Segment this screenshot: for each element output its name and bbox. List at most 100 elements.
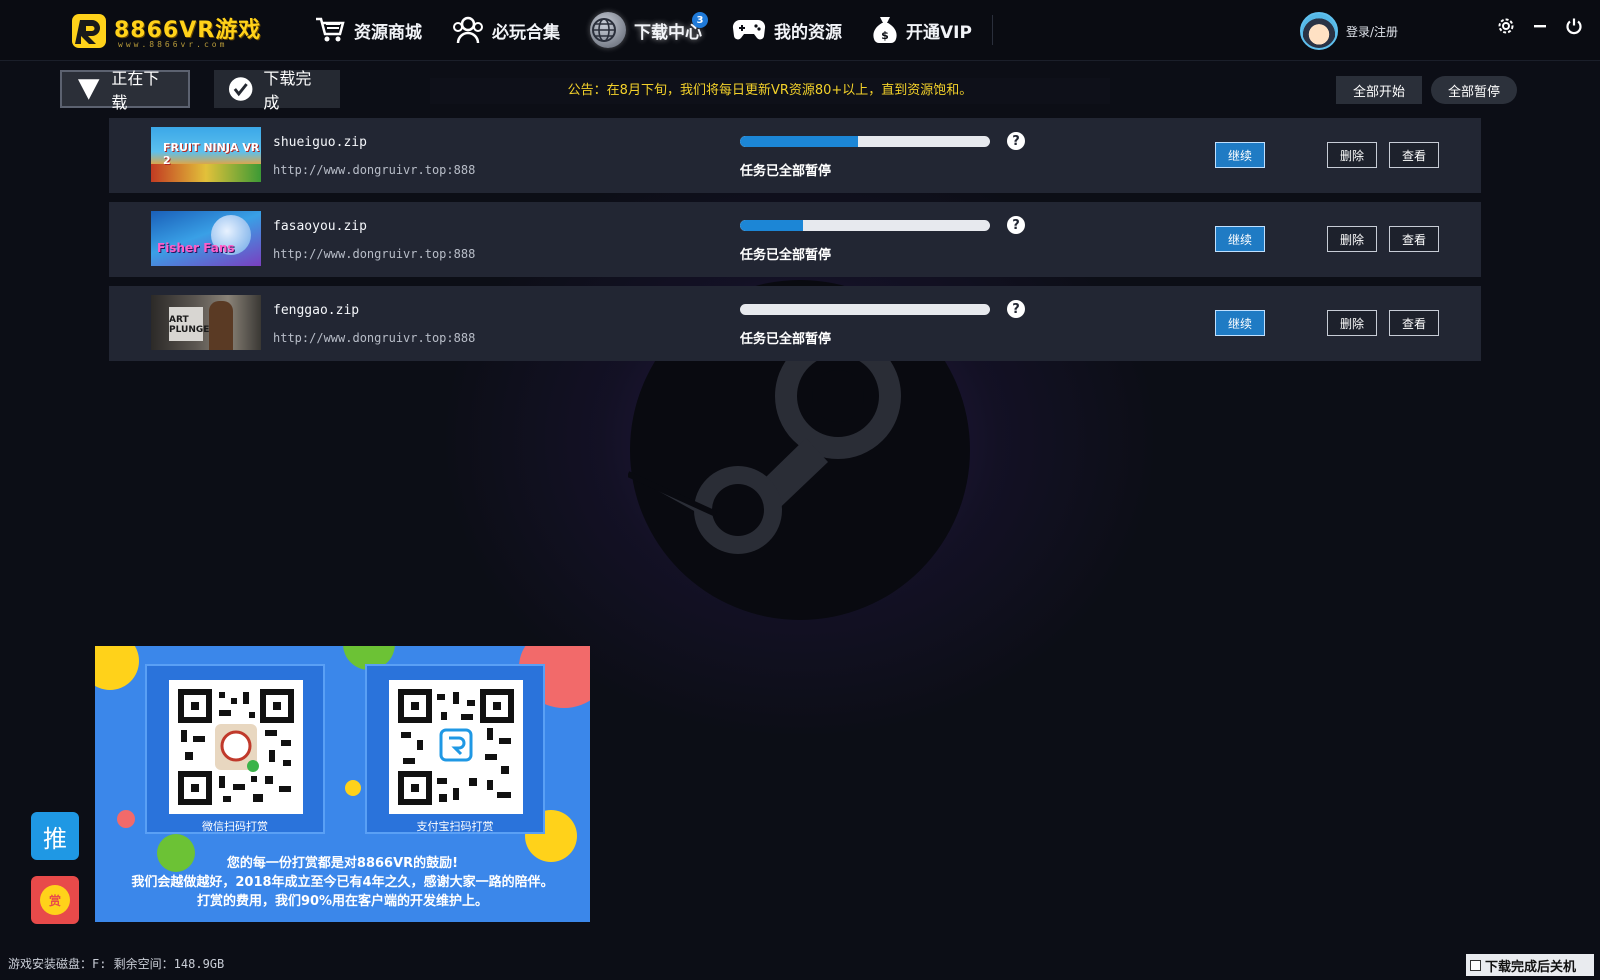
continue-button[interactable]: 继续: [1215, 142, 1265, 168]
download-status: 任务已全部暂停: [740, 248, 832, 263]
delete-button[interactable]: 删除: [1327, 226, 1377, 252]
nav-divider: [991, 15, 993, 45]
download-progress-bar: [740, 304, 990, 315]
nav-label-collection: 必玩合集: [492, 22, 560, 43]
decor-dot: [95, 646, 139, 690]
tab-downloading-label: 正在下载: [111, 69, 160, 112]
decor-dot: [345, 780, 361, 796]
power-icon: [1566, 18, 1582, 35]
nav-item-my-resources[interactable]: 我的资源: [718, 6, 856, 54]
nav-item-shop[interactable]: 资源商城: [300, 6, 436, 54]
reward-button[interactable]: 赏: [31, 876, 79, 924]
donation-line-3: 打赏的费用，我们90%用在客户端的开发维护上。: [196, 894, 489, 909]
logo-icon: [72, 14, 106, 48]
wechat-qr-code[interactable]: [169, 680, 303, 814]
file-name: shueiguo.zip: [273, 135, 367, 150]
tab-downloading[interactable]: 正在下载: [60, 69, 190, 112]
wechat-qr-caption: 微信扫码打赏: [202, 820, 268, 833]
shutdown-label: 下载完成后关机: [1485, 959, 1577, 975]
start-all-button[interactable]: 全部开始: [1336, 76, 1422, 104]
brand-logo[interactable]: 8866VR游戏 www.8866vr.com: [70, 10, 270, 50]
shutdown-checkbox[interactable]: [1470, 959, 1481, 971]
nav-item-download-center[interactable]: 下载中心 3: [576, 6, 716, 54]
donation-panel: 微信扫码打赏 支付宝扫码打赏 您的每一份打赏都是对8866VR的鼓励! 我们会越…: [95, 646, 590, 922]
delete-button[interactable]: 删除: [1327, 142, 1377, 168]
decor-dot: [117, 810, 135, 828]
delete-button[interactable]: 删除: [1327, 310, 1377, 336]
wechat-qr-panel: 微信扫码打赏: [145, 664, 325, 834]
thumbnail-title: Fisher Fans: [157, 241, 235, 255]
avatar[interactable]: [1300, 12, 1338, 50]
minimize-button[interactable]: [1528, 14, 1552, 38]
download-status: 任务已全部暂停: [740, 332, 832, 347]
tab-completed[interactable]: 下载完成: [214, 69, 340, 112]
help-icon[interactable]: ?: [1007, 132, 1025, 150]
file-name: fenggao.zip: [273, 303, 360, 318]
nav-label-vip: 开通VIP: [906, 22, 972, 43]
thumbnail-title: FRUIT NINJA VR 2: [163, 141, 260, 167]
download-progress-bar: [740, 136, 990, 147]
main-nav: 资源商城 必玩合集 下载中心 3 我的资源 $ 开通VIP: [300, 6, 993, 54]
continue-button[interactable]: 继续: [1215, 226, 1265, 252]
alipay-qr-caption: 支付宝扫码打赏: [416, 820, 494, 833]
disk-info: 游戏安装磁盘：F: 剩余空间：148.9GB: [8, 957, 225, 971]
group-icon: [453, 16, 483, 44]
globe-icon: [590, 12, 626, 48]
power-button[interactable]: [1562, 14, 1586, 38]
thumbnail-title: ART PLUNGE: [169, 315, 210, 335]
gear-icon: [1498, 18, 1514, 34]
recommend-button[interactable]: 推: [31, 812, 79, 860]
cart-icon: [316, 17, 345, 42]
view-button[interactable]: 查看: [1389, 226, 1439, 252]
login-register-link[interactable]: 登录/注册: [1346, 23, 1398, 40]
tab-completed-label: 下载完成: [263, 69, 312, 112]
nav-item-vip[interactable]: $ 开通VIP: [858, 6, 986, 54]
pause-all-button[interactable]: 全部暂停: [1431, 76, 1517, 104]
download-row: Fisher Fans fasaoyou.zip http://www.dong…: [109, 202, 1481, 277]
download-status: 任务已全部暂停: [740, 164, 832, 179]
settings-button[interactable]: [1494, 14, 1518, 38]
donation-message: 您的每一份打赏都是对8866VR的鼓励! 我们会越做越好，2018年成立至今已有…: [95, 854, 590, 911]
help-icon[interactable]: ?: [1007, 216, 1025, 234]
check-circle-icon: [228, 77, 253, 101]
top-nav-bar: 8866VR游戏 www.8866vr.com 资源商城 必玩合集 下载中心 3…: [0, 0, 1600, 61]
qr-code-icon: [178, 689, 294, 805]
announcement-text: 公告：在8月下旬，我们将每日更新VR资源80+以上，直到资源饱和。: [430, 78, 1110, 104]
game-thumbnail[interactable]: Fisher Fans: [151, 211, 261, 266]
view-button[interactable]: 查看: [1389, 142, 1439, 168]
app-window: 8866VR游戏 www.8866vr.com 资源商城 必玩合集 下载中心 3…: [0, 0, 1600, 980]
donation-line-2: 我们会越做越好，2018年成立至今已有4年之久，感谢大家一路的陪伴。: [131, 875, 554, 890]
money-bag-icon: $: [873, 17, 897, 44]
game-thumbnail[interactable]: ART PLUNGE: [151, 295, 261, 350]
nav-label-my-resources: 我的资源: [774, 22, 842, 43]
user-login[interactable]: 登录/注册: [1300, 12, 1398, 50]
help-icon[interactable]: ?: [1007, 300, 1025, 318]
progress-fill: [740, 220, 803, 231]
download-arrow-icon: [77, 79, 100, 100]
progress-fill: [740, 136, 858, 147]
download-row: ART PLUNGE fenggao.zip http://www.dongru…: [109, 286, 1481, 361]
nav-label-shop: 资源商城: [354, 22, 422, 43]
file-url: http://www.dongruivr.top:888: [273, 163, 476, 177]
download-row: FRUIT NINJA VR 2 shueiguo.zip http://www…: [109, 118, 1481, 193]
brand-sub: www.8866vr.com: [118, 40, 228, 49]
shutdown-after-download-toggle[interactable]: 下载完成后关机: [1466, 954, 1594, 976]
minimize-icon: [1534, 25, 1546, 28]
download-count-badge: 3: [692, 12, 708, 28]
nav-item-collection[interactable]: 必玩合集: [438, 6, 574, 54]
continue-button[interactable]: 继续: [1215, 310, 1265, 336]
download-progress-bar: [740, 220, 990, 231]
alipay-qr-code[interactable]: [389, 680, 523, 814]
game-thumbnail[interactable]: FRUIT NINJA VR 2: [151, 127, 261, 182]
gamepad-icon: [732, 19, 766, 40]
svg-text:$: $: [881, 29, 889, 42]
coin-icon: 赏: [40, 885, 70, 915]
qr-code-icon: [398, 689, 514, 805]
donation-line-1: 您的每一份打赏都是对8866VR的鼓励!: [226, 856, 459, 871]
download-list: FRUIT NINJA VR 2 shueiguo.zip http://www…: [109, 118, 1481, 370]
alipay-qr-panel: 支付宝扫码打赏: [365, 664, 545, 834]
view-button[interactable]: 查看: [1389, 310, 1439, 336]
file-url: http://www.dongruivr.top:888: [273, 331, 476, 345]
file-url: http://www.dongruivr.top:888: [273, 247, 476, 261]
file-name: fasaoyou.zip: [273, 219, 367, 234]
